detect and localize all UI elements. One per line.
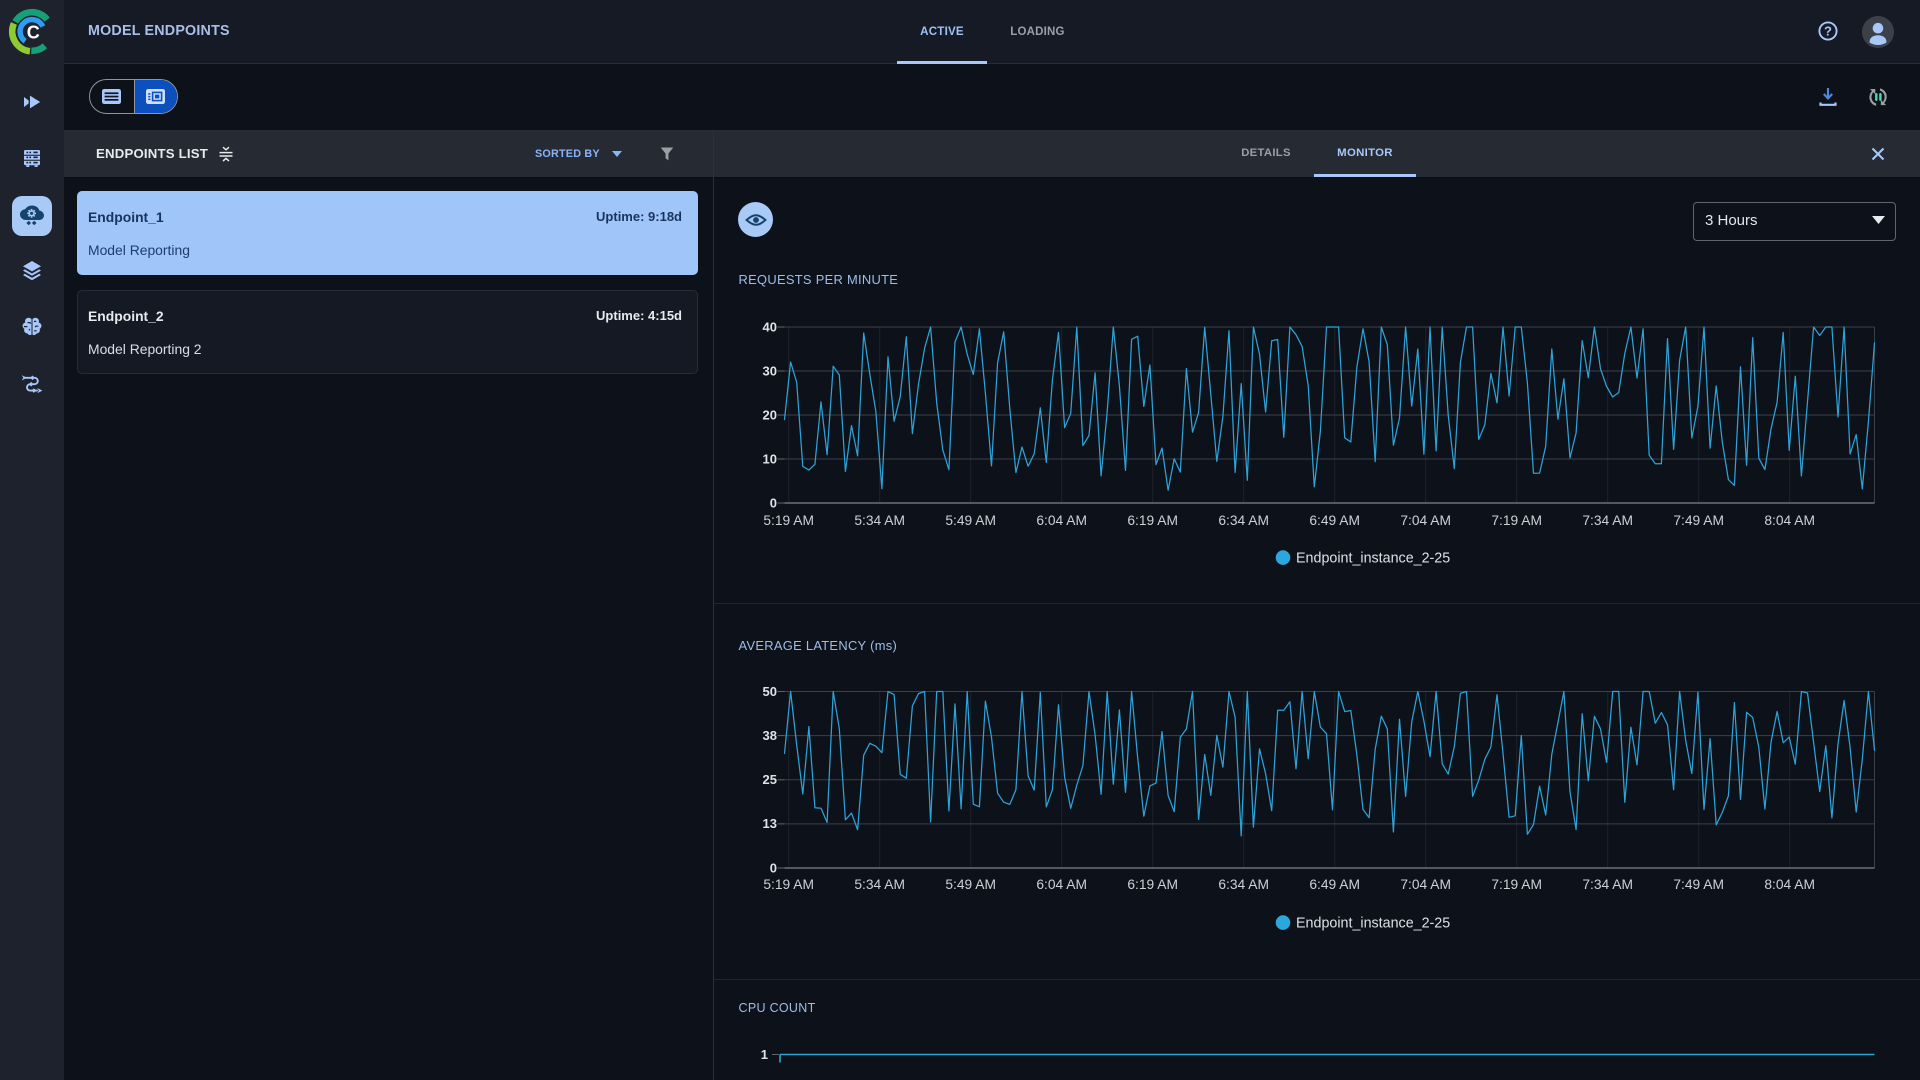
- svg-text:5:34 AM: 5:34 AM: [854, 877, 905, 892]
- svg-text:38: 38: [763, 728, 777, 743]
- svg-text:30: 30: [763, 363, 777, 378]
- svg-text:7:49 AM: 7:49 AM: [1673, 877, 1724, 892]
- svg-text:6:49 AM: 6:49 AM: [1309, 877, 1360, 892]
- svg-text:CPU COUNT: CPU COUNT: [739, 1001, 816, 1015]
- svg-text:5:19 AM: 5:19 AM: [763, 513, 814, 528]
- svg-text:6:49 AM: 6:49 AM: [1309, 513, 1360, 528]
- svg-text:25: 25: [763, 772, 777, 787]
- svg-text:7:19 AM: 7:19 AM: [1491, 513, 1542, 528]
- svg-text:50: 50: [763, 684, 777, 699]
- svg-text:5:19 AM: 5:19 AM: [763, 877, 814, 892]
- svg-text:7:34 AM: 7:34 AM: [1582, 513, 1633, 528]
- svg-text:8:04 AM: 8:04 AM: [1764, 513, 1815, 528]
- svg-text:6:34 AM: 6:34 AM: [1218, 877, 1269, 892]
- svg-text:6:04 AM: 6:04 AM: [1036, 877, 1087, 892]
- svg-text:7:04 AM: 7:04 AM: [1400, 877, 1451, 892]
- svg-text:C: C: [27, 22, 40, 42]
- svg-text:6:19 AM: 6:19 AM: [1127, 877, 1178, 892]
- svg-text:7:49 AM: 7:49 AM: [1673, 513, 1724, 528]
- svg-text:7:04 AM: 7:04 AM: [1400, 513, 1451, 528]
- svg-text:40: 40: [763, 319, 777, 334]
- svg-text:6:34 AM: 6:34 AM: [1218, 513, 1269, 528]
- svg-text:6:19 AM: 6:19 AM: [1127, 513, 1178, 528]
- svg-text:5:49 AM: 5:49 AM: [945, 877, 996, 892]
- svg-text:7:34 AM: 7:34 AM: [1582, 877, 1633, 892]
- svg-text:REQUESTS PER MINUTE: REQUESTS PER MINUTE: [739, 272, 899, 287]
- svg-text:8:04 AM: 8:04 AM: [1764, 877, 1815, 892]
- svg-text:6:04 AM: 6:04 AM: [1036, 513, 1087, 528]
- svg-text:?: ?: [1824, 23, 1832, 38]
- svg-text:1: 1: [761, 1047, 768, 1062]
- svg-text:5:34 AM: 5:34 AM: [854, 513, 905, 528]
- svg-text:13: 13: [763, 816, 777, 831]
- svg-text:10: 10: [763, 451, 777, 466]
- svg-text:7:19 AM: 7:19 AM: [1491, 877, 1542, 892]
- svg-text:5:49 AM: 5:49 AM: [945, 513, 996, 528]
- svg-text:AVERAGE LATENCY (ms): AVERAGE LATENCY (ms): [739, 638, 898, 653]
- svg-text:Endpoint_instance_2-25: Endpoint_instance_2-25: [1296, 916, 1450, 932]
- svg-text:Endpoint_instance_2-25: Endpoint_instance_2-25: [1296, 551, 1450, 567]
- svg-text:0: 0: [770, 495, 777, 510]
- svg-text:0: 0: [770, 860, 777, 875]
- svg-text:20: 20: [763, 407, 777, 422]
